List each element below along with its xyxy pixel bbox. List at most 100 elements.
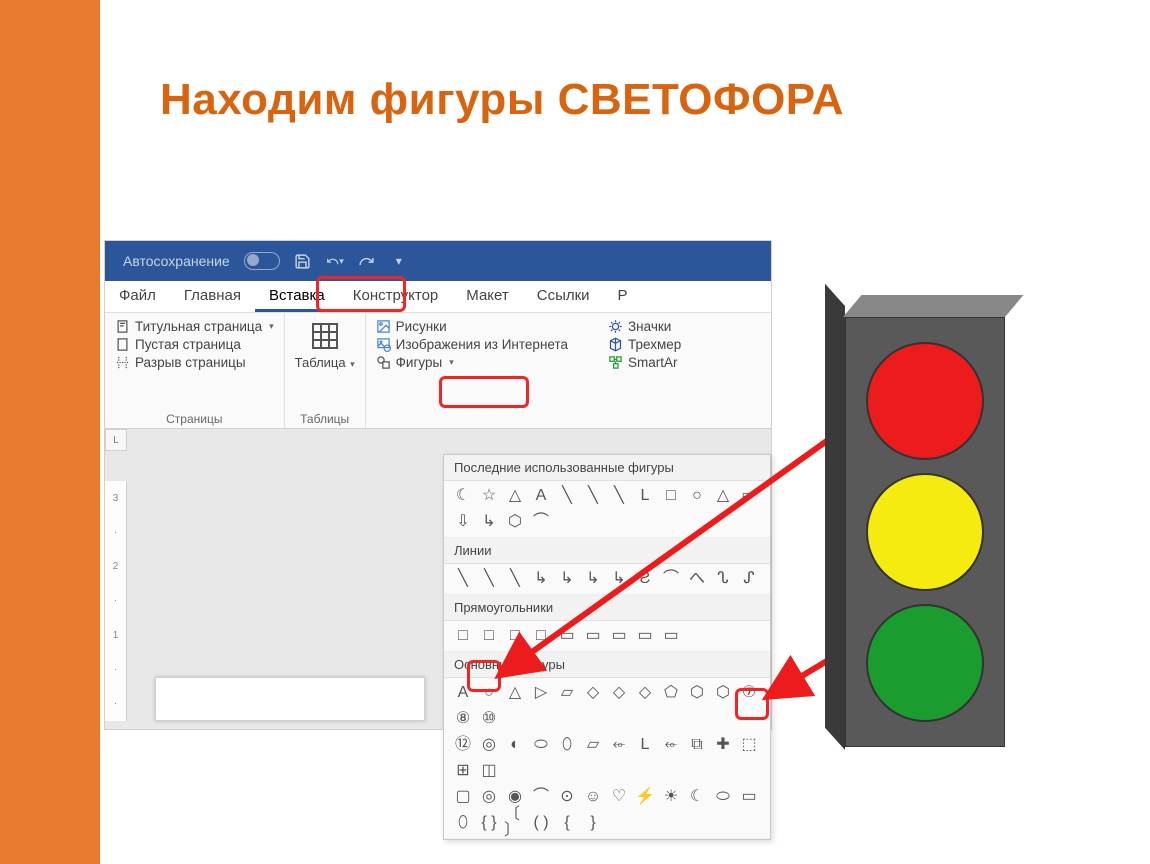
tab-layout[interactable]: Макет xyxy=(452,281,522,312)
shape-item[interactable]: ↳ xyxy=(556,568,578,590)
shape-item[interactable]: ◐ xyxy=(504,734,526,756)
shape-item[interactable]: ↳ xyxy=(582,568,604,590)
shape-item[interactable]: ⬭ xyxy=(712,786,734,808)
tab-references[interactable]: Ссылки xyxy=(523,281,604,312)
shape-item[interactable]: ◇ xyxy=(608,682,630,704)
shapes-button[interactable]: Фигуры ▾ xyxy=(376,355,568,370)
shape-item[interactable]: ⑫ xyxy=(452,734,474,756)
page-break-button[interactable]: Разрыв страницы xyxy=(115,355,274,370)
shape-item[interactable]: ♡ xyxy=(608,786,630,808)
shape-item[interactable]: ▢ xyxy=(452,786,474,808)
shape-item[interactable]: ⬯ xyxy=(452,812,474,834)
shape-item[interactable]: L xyxy=(634,485,656,507)
shape-item[interactable]: ⬡ xyxy=(504,511,526,533)
shape-item[interactable]: △ xyxy=(504,682,526,704)
shape-item[interactable]: ▱ xyxy=(582,734,604,756)
shape-item[interactable]: ╲ xyxy=(452,568,474,590)
shape-item[interactable]: ⬰ xyxy=(660,734,682,756)
tab-insert[interactable]: Вставка xyxy=(255,281,339,312)
shape-item[interactable]: ╲ xyxy=(608,485,630,507)
shape-item[interactable]: ☆ xyxy=(478,485,500,507)
shape-item[interactable]: Ƨ xyxy=(634,568,656,590)
shape-item[interactable]: ⬭ xyxy=(530,734,552,756)
shape-item[interactable]: ⌒ xyxy=(530,511,552,533)
shape-item[interactable]: ○ xyxy=(478,682,500,704)
shape-item[interactable]: □ xyxy=(452,625,474,647)
pictures-button[interactable]: Рисунки xyxy=(376,319,568,334)
shape-item[interactable]: ○ xyxy=(686,485,708,507)
autosave-toggle[interactable] xyxy=(244,252,280,270)
shape-item[interactable]: ▭ xyxy=(738,786,760,808)
shape-item[interactable]: ↳ xyxy=(530,568,552,590)
shape-item[interactable]: ◇ xyxy=(582,682,604,704)
shape-item[interactable]: □ xyxy=(478,625,500,647)
shape-item[interactable]: { } xyxy=(478,812,500,834)
blank-page-button[interactable]: Пустая страница xyxy=(115,337,274,352)
shape-item[interactable]: ⬠ xyxy=(660,682,682,704)
shape-item[interactable]: ⌒ xyxy=(530,786,552,808)
shape-item[interactable]: ╲ xyxy=(582,485,604,507)
shape-item[interactable]: ◫ xyxy=(478,760,500,782)
shape-item[interactable]: ╲ xyxy=(556,485,578,507)
shape-item[interactable]: ☾ xyxy=(686,786,708,808)
threed-button[interactable]: Трехмер xyxy=(608,337,681,352)
shape-item[interactable]: ⬰ xyxy=(608,734,630,756)
document-page[interactable] xyxy=(155,677,425,721)
table-button[interactable]: Таблица ▾ xyxy=(295,319,355,370)
shape-item[interactable]: ☀ xyxy=(660,786,682,808)
undo-icon[interactable]: ▾ xyxy=(326,252,344,270)
online-images-button[interactable]: Изображения из Интернета xyxy=(376,337,568,352)
shape-item[interactable]: へ xyxy=(686,568,708,590)
shape-item[interactable]: ᔑ xyxy=(738,568,760,590)
shape-item[interactable]: □ xyxy=(660,485,682,507)
shape-item[interactable]: ◎ xyxy=(478,734,500,756)
shape-item[interactable]: ᔐ xyxy=(712,568,734,590)
tab-file[interactable]: Файл xyxy=(105,281,170,312)
smartart-button[interactable]: SmartAr xyxy=(608,355,681,370)
shape-item[interactable]: ⇨ xyxy=(738,485,760,507)
shape-item[interactable]: ╲ xyxy=(504,568,526,590)
shape-item[interactable]: ⌒ xyxy=(660,568,682,590)
shape-item[interactable]: A xyxy=(530,485,552,507)
redo-icon[interactable] xyxy=(358,252,376,270)
shape-item[interactable]: ◇ xyxy=(634,682,656,704)
shape-item[interactable]: ( ) xyxy=(530,812,552,834)
qa-customize-icon[interactable]: ▾ xyxy=(390,252,408,270)
shape-item[interactable]: ⊞ xyxy=(452,760,474,782)
shape-item[interactable]: ⇩ xyxy=(452,511,474,533)
shape-item[interactable]: ◉ xyxy=(504,786,526,808)
tab-home[interactable]: Главная xyxy=(170,281,255,312)
shape-item[interactable]: ╲ xyxy=(478,568,500,590)
shape-item[interactable]: ⬯ xyxy=(556,734,578,756)
shape-item[interactable]: □ xyxy=(504,625,526,647)
cover-page-button[interactable]: Титульная страница ▾ xyxy=(115,319,274,334)
tab-design[interactable]: Конструктор xyxy=(339,281,453,312)
shape-item[interactable]: ◎ xyxy=(478,786,500,808)
shape-item[interactable]: ☾ xyxy=(452,485,474,507)
shape-item[interactable]: A xyxy=(452,682,474,704)
shape-item[interactable]: ⧉ xyxy=(686,734,708,756)
shape-item[interactable]: ↳ xyxy=(478,511,500,533)
shape-item[interactable]: ▭ xyxy=(582,625,604,647)
shape-item[interactable]: □ xyxy=(530,625,552,647)
shape-item[interactable]: ⬡ xyxy=(686,682,708,704)
shape-item[interactable]: } xyxy=(582,812,604,834)
shape-item[interactable]: L xyxy=(634,734,656,756)
save-icon[interactable] xyxy=(294,252,312,270)
shape-item[interactable]: ↳ xyxy=(608,568,630,590)
shape-item[interactable]: 〔 〕 xyxy=(504,812,526,834)
shape-item[interactable]: ⊙ xyxy=(556,786,578,808)
shape-item[interactable]: ▭ xyxy=(660,625,682,647)
shape-item[interactable]: ⑦ xyxy=(738,682,760,704)
tab-more[interactable]: Р xyxy=(604,281,642,312)
shape-item[interactable]: ▭ xyxy=(634,625,656,647)
shape-item[interactable]: ▭ xyxy=(608,625,630,647)
shape-item[interactable]: ⬚ xyxy=(738,734,760,756)
shape-item[interactable]: ▱ xyxy=(556,682,578,704)
shape-item[interactable]: △ xyxy=(504,485,526,507)
shape-item[interactable]: ⬡ xyxy=(712,682,734,704)
shape-item[interactable]: ▭ xyxy=(556,625,578,647)
shape-item[interactable]: ⑩ xyxy=(478,708,500,730)
shape-item[interactable]: △ xyxy=(712,485,734,507)
shape-item[interactable]: ⚡ xyxy=(634,786,656,808)
